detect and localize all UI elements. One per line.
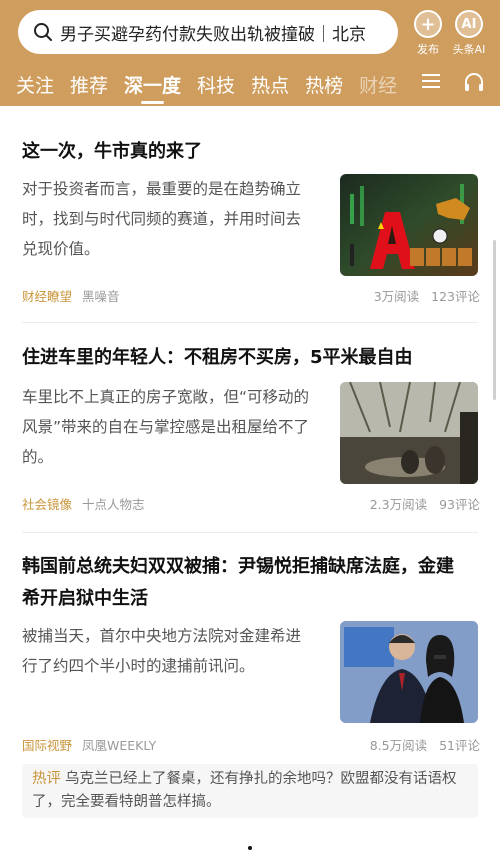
article-category[interactable]: 社会镜像 xyxy=(22,494,72,513)
search-query: 男子买避孕药付款失败出轨被撞破｜北京 xyxy=(60,24,366,45)
toutiao-ai-button[interactable]: AI 头条AI xyxy=(443,10,495,57)
article-summary: 对于投资者而言，最重要的是在趋势确立时，找到与时代同频的赛道，并用时间去兑现价值… xyxy=(22,180,302,258)
headphones-icon[interactable] xyxy=(462,70,486,94)
toutiao-ai-label: 头条AI xyxy=(452,43,486,56)
article-title: 住进车里的年轻人：不租房不买房，5平米最自由 xyxy=(22,347,413,368)
article-thumbnail xyxy=(340,621,478,723)
divider xyxy=(22,532,478,533)
article-summary: 被捕当天，首尔中央地方法院对金建希进行了约四个半小时的逮捕前讯问。 xyxy=(22,627,302,675)
article-category[interactable]: 国际视野 xyxy=(22,735,72,754)
article-summary: 车里比不上真正的房子宽敞，但“可移动的风景”带来的自在与掌控感是出租屋给不了的。 xyxy=(22,388,310,466)
comment-count[interactable]: 51评论 xyxy=(439,735,480,754)
ai-icon: AI xyxy=(455,10,483,38)
article-source[interactable]: 十点人物志 xyxy=(82,494,145,513)
divider xyxy=(22,322,478,323)
article-card[interactable]: 这一次，牛市真的来了 对于投资者而言，最重要的是在趋势确立时，找到与时代同频的赛… xyxy=(22,136,480,304)
plus-icon: + xyxy=(414,10,442,38)
comment-count[interactable]: 93评论 xyxy=(439,494,480,513)
article-meta: 国际视野 凤凰WEEKLY 8.5万阅读 51评论 xyxy=(22,735,480,754)
tab-follow[interactable]: 关注 xyxy=(16,71,54,98)
article-source[interactable]: 黑噪音 xyxy=(82,286,120,305)
tab-in-depth[interactable]: 深一度 xyxy=(124,71,181,104)
tab-tech[interactable]: 科技 xyxy=(197,71,235,98)
search-icon xyxy=(34,23,52,41)
article-thumbnail xyxy=(340,382,478,484)
hot-comment-tag: 热评 xyxy=(32,771,61,787)
menu-icon[interactable] xyxy=(420,70,442,92)
tab-hot-list[interactable]: 热榜 xyxy=(305,71,343,98)
tab-finance[interactable]: 财经 xyxy=(359,71,397,98)
read-count: 8.5万阅读 xyxy=(369,738,428,753)
article-meta: 社会镜像 十点人物志 2.3万阅读 93评论 xyxy=(22,494,480,513)
article-card[interactable]: 住进车里的年轻人：不租房不买房，5平米最自由 车里比不上真正的房子宽敞，但“可移… xyxy=(22,342,480,512)
article-category[interactable]: 财经瞭望 xyxy=(22,286,72,305)
hot-comment-text: 乌克兰已经上了餐桌，还有挣扎的余地吗？欧盟都没有话语权了，完全要看特朗普怎样搞。 xyxy=(32,771,457,810)
read-count: 3万阅读 xyxy=(373,289,420,304)
tab-recommend[interactable]: 推荐 xyxy=(70,71,108,98)
article-source[interactable]: 凤凰WEEKLY xyxy=(82,735,156,754)
article-thumbnail xyxy=(340,174,478,276)
tab-hot[interactable]: 热点 xyxy=(251,71,289,98)
scrollbar[interactable] xyxy=(493,240,496,400)
top-header: 男子买避孕药付款失败出轨被撞破｜北京 + 发布 AI 头条AI 关注 推荐 深一… xyxy=(0,0,500,106)
comment-count[interactable]: 123评论 xyxy=(431,286,480,305)
hot-comment[interactable]: 热评 乌克兰已经上了餐桌，还有挣扎的余地吗？欧盟都没有话语权了，完全要看特朗普怎样… xyxy=(22,764,478,818)
article-meta: 财经瞭望 黑噪音 3万阅读 123评论 xyxy=(22,286,480,305)
article-title: 这一次，牛市真的来了 xyxy=(22,141,202,162)
page-indicator-dot xyxy=(248,846,252,850)
read-count: 2.3万阅读 xyxy=(369,497,428,512)
article-title: 韩国前总统夫妇双双被捕：尹锡悦拒捕缺席法庭，金建希开启狱中生活 xyxy=(22,556,454,609)
search-bar[interactable]: 男子买避孕药付款失败出轨被撞破｜北京 xyxy=(18,10,398,54)
article-card[interactable]: 韩国前总统夫妇双双被捕：尹锡悦拒捕缺席法庭，金建希开启狱中生活 被捕当天，首尔中… xyxy=(22,551,480,753)
